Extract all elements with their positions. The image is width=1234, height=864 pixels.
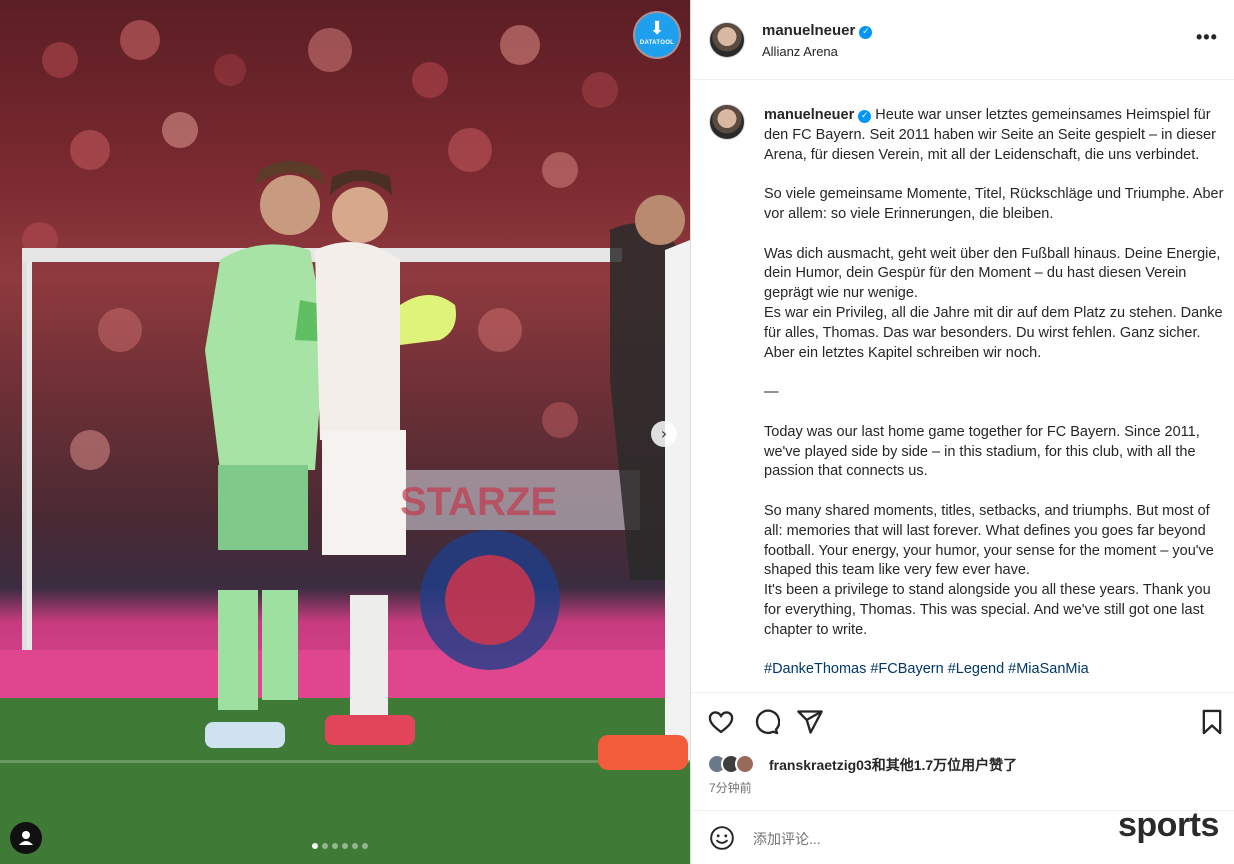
- user-icon: [19, 831, 33, 845]
- caption-author-avatar[interactable]: [709, 104, 745, 140]
- caption: manuelneuer ✓ Heute war unser letztes gem…: [764, 106, 1226, 692]
- carousel-next-button[interactable]: ›: [651, 421, 677, 447]
- caption-paragraph: It's been a privilege to stand alongside…: [764, 582, 1211, 638]
- watermark-logo: sports: [1118, 806, 1219, 844]
- caption-paragraph: Es war ein Privileg, all die Jahre mit d…: [764, 304, 1223, 361]
- like-heart-icon[interactable]: [707, 708, 735, 736]
- emoji-icon[interactable]: [709, 825, 735, 851]
- caption-author-username[interactable]: manuelneuer: [764, 107, 854, 123]
- carousel-dot: [332, 843, 338, 849]
- carousel-dot: [312, 843, 318, 849]
- post-timestamp[interactable]: 7分钟前: [709, 779, 752, 796]
- carousel-dot: [322, 843, 328, 849]
- comment-input[interactable]: [751, 825, 1085, 853]
- author-username-row[interactable]: manuelneuer ✓: [762, 22, 873, 39]
- caption-paragraph: So viele gemeinsame Momente, Titel, Rück…: [764, 186, 1224, 222]
- comment-icon[interactable]: [752, 708, 780, 736]
- hashtag-link[interactable]: #FCBayern: [870, 661, 943, 677]
- liker-avatar: [735, 754, 755, 774]
- hashtag-link[interactable]: #MiaSanMia: [1008, 661, 1089, 677]
- download-icon: ⬇: [649, 18, 665, 39]
- post-panel: manuelneuer ✓ Allianz Arena ••• manuelneu…: [690, 0, 1234, 864]
- svg-text:STARZE: STARZE: [400, 480, 557, 524]
- caption-paragraph: Today was our last home game together fo…: [764, 423, 1200, 480]
- verified-icon: ✓: [859, 26, 873, 39]
- post-location[interactable]: Allianz Arena: [762, 44, 838, 59]
- more-options-button[interactable]: •••: [1196, 27, 1218, 48]
- caption-scroll-area[interactable]: manuelneuer ✓ Heute war unser letztes gem…: [691, 80, 1234, 692]
- carousel-dots: [312, 843, 368, 851]
- caption-paragraph: So many shared moments, titles, setbacks…: [764, 502, 1214, 579]
- save-bookmark-icon[interactable]: [1198, 708, 1226, 736]
- share-icon[interactable]: [796, 708, 824, 736]
- tagged-users-button[interactable]: [10, 822, 42, 854]
- verified-icon: ✓: [858, 110, 872, 123]
- chevron-right-icon: ›: [660, 424, 668, 443]
- carousel-dot: [352, 843, 358, 849]
- caption-paragraph: Was dich ausmacht, geht weit über den Fu…: [764, 245, 1221, 302]
- photo-illustration: STARZE: [0, 20, 690, 864]
- author-username[interactable]: manuelneuer: [762, 22, 855, 39]
- hashtag-link[interactable]: #Legend: [948, 661, 1004, 677]
- carousel-dot: [342, 843, 348, 849]
- carousel-dot: [362, 843, 368, 849]
- author-avatar[interactable]: [709, 22, 745, 58]
- caption-divider: —: [764, 384, 779, 401]
- hashtags: #DankeThomas #FCBayern #Legend #MiaSanMia: [764, 660, 1226, 680]
- hashtag-link[interactable]: #DankeThomas: [764, 661, 866, 677]
- action-bar: [691, 692, 1234, 752]
- download-badge[interactable]: ⬇ DATATOOL: [635, 13, 679, 57]
- post-header: manuelneuer ✓ Allianz Arena •••: [691, 0, 1234, 80]
- likes-count[interactable]: franskraetzig03和其他1.7万位用户赞了: [769, 755, 1017, 775]
- post-photo: STARZE ⬇ DATATOOL ›: [0, 0, 690, 864]
